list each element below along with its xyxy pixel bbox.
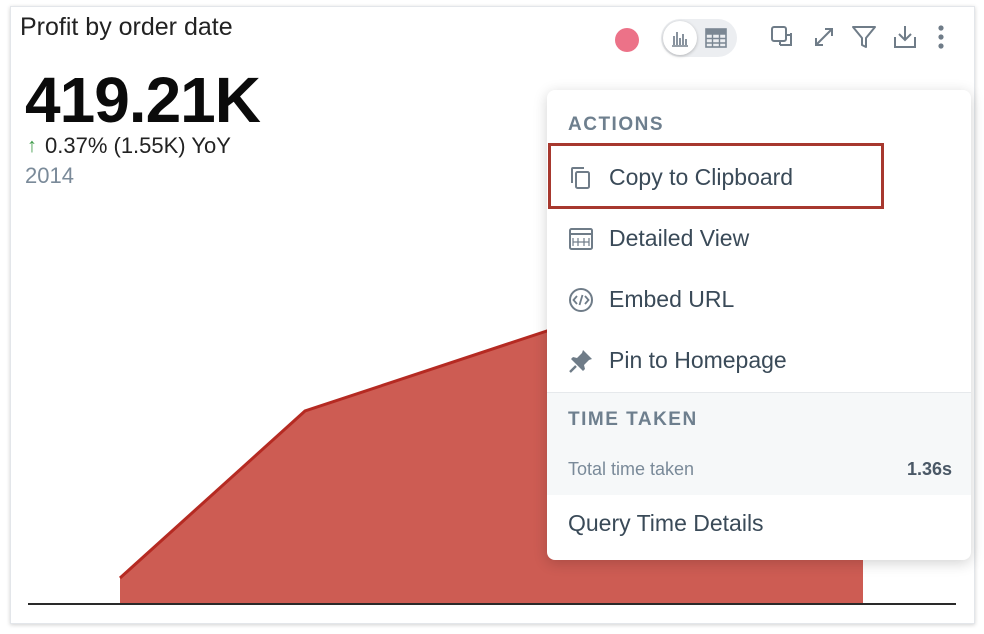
- expand-icon[interactable]: [810, 23, 838, 51]
- time-taken-header: TIME TAKEN: [568, 409, 698, 430]
- code-icon: [569, 288, 593, 312]
- embed-url-label: Embed URL: [609, 286, 735, 312]
- pin-to-homepage-item[interactable]: Pin to Homepage: [547, 331, 971, 389]
- view-toggle[interactable]: [661, 19, 737, 57]
- actions-header: ACTIONS: [568, 114, 664, 135]
- raw-data-icon: [569, 228, 593, 250]
- download-icon[interactable]: [891, 23, 919, 51]
- color-indicator[interactable]: [615, 28, 639, 52]
- highlight-box: [548, 143, 884, 209]
- embed-url-item[interactable]: Embed URL: [547, 270, 971, 328]
- total-time-label: Total time taken: [568, 459, 695, 479]
- table-icon[interactable]: [705, 28, 727, 48]
- copy-icon[interactable]: [769, 23, 797, 51]
- query-time-details-item[interactable]: Query Time Details: [568, 510, 764, 537]
- detailed-view-label: Detailed View: [609, 225, 750, 251]
- more-vertical-icon[interactable]: [927, 23, 955, 51]
- pin-icon: [569, 350, 592, 373]
- chart-view-option[interactable]: [663, 21, 697, 55]
- bar-chart-icon: [672, 32, 688, 47]
- pin-to-homepage-label: Pin to Homepage: [609, 347, 787, 373]
- actions-menu: ACTIONS Copy to Clipboard Detailed View …: [547, 90, 971, 560]
- detailed-view-item[interactable]: Detailed View: [547, 209, 971, 267]
- total-time-row: Total time taken 1.36s: [568, 459, 952, 480]
- time-taken-section: TIME TAKEN Total time taken 1.36s: [547, 392, 971, 495]
- total-time-value: 1.36s: [906, 459, 952, 479]
- filter-icon[interactable]: [850, 23, 878, 51]
